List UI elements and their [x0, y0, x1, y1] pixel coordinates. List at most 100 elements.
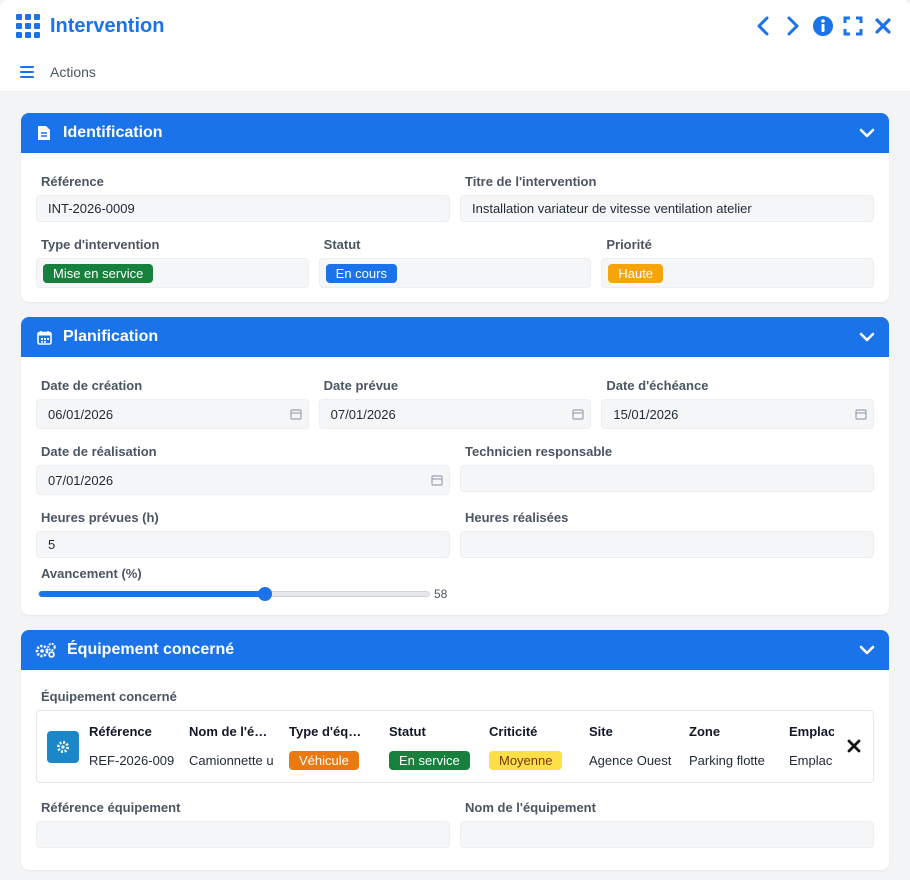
- status-badge: En cours: [325, 263, 397, 283]
- section-equipment: Équipement concerné Équipement concerné …: [21, 630, 889, 870]
- field-label: Équipement concerné: [41, 689, 177, 704]
- intervention-title-input[interactable]: Installation variateur de vitesse ventil…: [460, 195, 874, 222]
- field-label: Titre de l'intervention: [465, 174, 597, 189]
- field-label: Priorité: [606, 237, 652, 252]
- chevron-down-icon[interactable]: [859, 329, 875, 345]
- field-label: Heures prévues (h): [41, 510, 159, 525]
- column-header: Site: [589, 723, 613, 739]
- column-header: Statut: [389, 723, 426, 739]
- section-body: Date de création 06/01/2026 Date prévue …: [21, 357, 889, 615]
- column-header: Emplac: [789, 723, 834, 739]
- calendar-icon[interactable]: [431, 474, 443, 486]
- intervention-window: Intervention Actions Identification Réfé…: [0, 0, 910, 880]
- section-title: Planification: [63, 328, 159, 345]
- title-bar: Intervention: [0, 0, 910, 52]
- reference-input[interactable]: INT-2026-0009: [36, 195, 450, 222]
- type-select[interactable]: Mise en service: [36, 258, 309, 288]
- chevron-left-icon[interactable]: [752, 15, 774, 37]
- planned-date-input[interactable]: 07/01/2026: [318, 399, 592, 429]
- section-body: Équipement concerné Référence REF-2026-00…: [21, 670, 889, 870]
- equipment-card[interactable]: Référence REF-2026-009 Nom de l'é… Camionn…: [36, 710, 874, 783]
- field-label: Date de réalisation: [41, 444, 157, 459]
- gear-icon[interactable]: [47, 730, 79, 763]
- equipment-location: Emplac: [789, 752, 833, 768]
- column-header: Référence: [89, 723, 152, 739]
- section-title: Identification: [63, 124, 163, 141]
- form-content: Identification Référence INT-2026-0009 T…: [0, 92, 910, 880]
- technician-select[interactable]: [460, 465, 874, 492]
- actions-menu[interactable]: Actions: [50, 64, 96, 80]
- slider-track[interactable]: [38, 587, 430, 601]
- section-header-identification[interactable]: Identification: [21, 113, 889, 153]
- field-label: Heures réalisées: [465, 510, 569, 525]
- chevron-right-icon[interactable]: [782, 15, 804, 37]
- planned-date-value: 07/01/2026: [330, 406, 396, 422]
- intervention-title-value: Installation variateur de vitesse ventil…: [472, 201, 752, 216]
- slider-thumb[interactable]: [258, 587, 273, 601]
- window-title: Intervention: [50, 14, 165, 37]
- progress-value: 58: [434, 587, 448, 601]
- calendar-icon: [35, 328, 53, 346]
- priority-badge: Haute: [608, 263, 664, 283]
- reference-value: INT-2026-0009: [48, 201, 135, 216]
- grid-icon[interactable]: [16, 14, 40, 38]
- actual-hours-input[interactable]: [460, 531, 874, 558]
- field-label: Référence équipement: [41, 800, 181, 815]
- section-header-planification[interactable]: Planification: [21, 317, 889, 357]
- progress-slider[interactable]: 58: [38, 587, 874, 601]
- actions-toolbar: Actions: [0, 52, 910, 92]
- column-header: Type d'éq…: [289, 723, 362, 739]
- equipment-name: Camionnette u: [189, 752, 274, 768]
- field-label: Nom de l'équipement: [465, 800, 596, 815]
- section-body: Référence INT-2026-0009 Titre de l'inter…: [21, 153, 889, 302]
- section-header-equipment[interactable]: Équipement concerné: [21, 630, 889, 670]
- field-label: Type d'intervention: [41, 237, 160, 252]
- section-title: Équipement concerné: [67, 641, 235, 658]
- type-badge: Mise en service: [43, 263, 154, 283]
- column-header: Nom de l'é…: [189, 723, 268, 739]
- completion-date-value: 07/01/2026: [48, 472, 114, 488]
- field-label: Avancement (%): [41, 566, 142, 581]
- field-label: Statut: [323, 237, 361, 252]
- field-label: Date de création: [41, 378, 143, 393]
- due-date-value: 15/01/2026: [613, 406, 679, 422]
- creation-date-input[interactable]: 06/01/2026: [36, 399, 309, 429]
- info-icon[interactable]: [812, 15, 834, 37]
- gears-icon: [35, 641, 57, 659]
- close-icon[interactable]: [872, 15, 894, 37]
- column-header: Criticité: [489, 723, 538, 739]
- field-label: Technicien responsable: [465, 444, 613, 459]
- hamburger-icon[interactable]: [20, 65, 34, 78]
- equipment-columns: Référence REF-2026-009 Nom de l'é… Camionn…: [89, 724, 839, 770]
- equipment-status-badge: En service: [389, 750, 470, 770]
- document-icon: [35, 124, 53, 142]
- calendar-icon[interactable]: [290, 408, 302, 420]
- creation-date-value: 06/01/2026: [48, 406, 114, 422]
- equipment-name-input[interactable]: [460, 821, 874, 848]
- completion-date-input[interactable]: 07/01/2026: [36, 465, 450, 495]
- due-date-input[interactable]: 15/01/2026: [601, 399, 875, 429]
- equipment-criticality-badge: Moyenne: [489, 750, 563, 770]
- chevron-down-icon[interactable]: [859, 125, 875, 141]
- equipment-site: Agence Ouest: [589, 752, 672, 768]
- chevron-down-icon[interactable]: [859, 642, 875, 658]
- priority-select[interactable]: Haute: [601, 258, 875, 288]
- field-label: Référence: [41, 174, 104, 189]
- equipment-zone: Parking flotte: [689, 752, 765, 768]
- title-actions: [752, 15, 894, 37]
- slider-fill: [39, 591, 266, 597]
- planned-hours-input[interactable]: 5: [36, 531, 450, 558]
- remove-equipment-icon[interactable]: [847, 739, 863, 755]
- expand-icon[interactable]: [842, 15, 864, 37]
- section-planification: Planification Date de création 06/01/202…: [21, 317, 889, 615]
- equipment-reference-input[interactable]: [36, 821, 450, 848]
- section-identification: Identification Référence INT-2026-0009 T…: [21, 113, 889, 302]
- planned-hours-value: 5: [48, 537, 56, 552]
- status-select[interactable]: En cours: [318, 258, 592, 288]
- equipment-reference: REF-2026-009: [89, 752, 175, 768]
- equipment-type-badge: Véhicule: [289, 750, 359, 770]
- field-label: Date prévue: [323, 378, 399, 393]
- calendar-icon[interactable]: [572, 408, 584, 420]
- column-header: Zone: [689, 723, 721, 739]
- calendar-icon[interactable]: [855, 408, 867, 420]
